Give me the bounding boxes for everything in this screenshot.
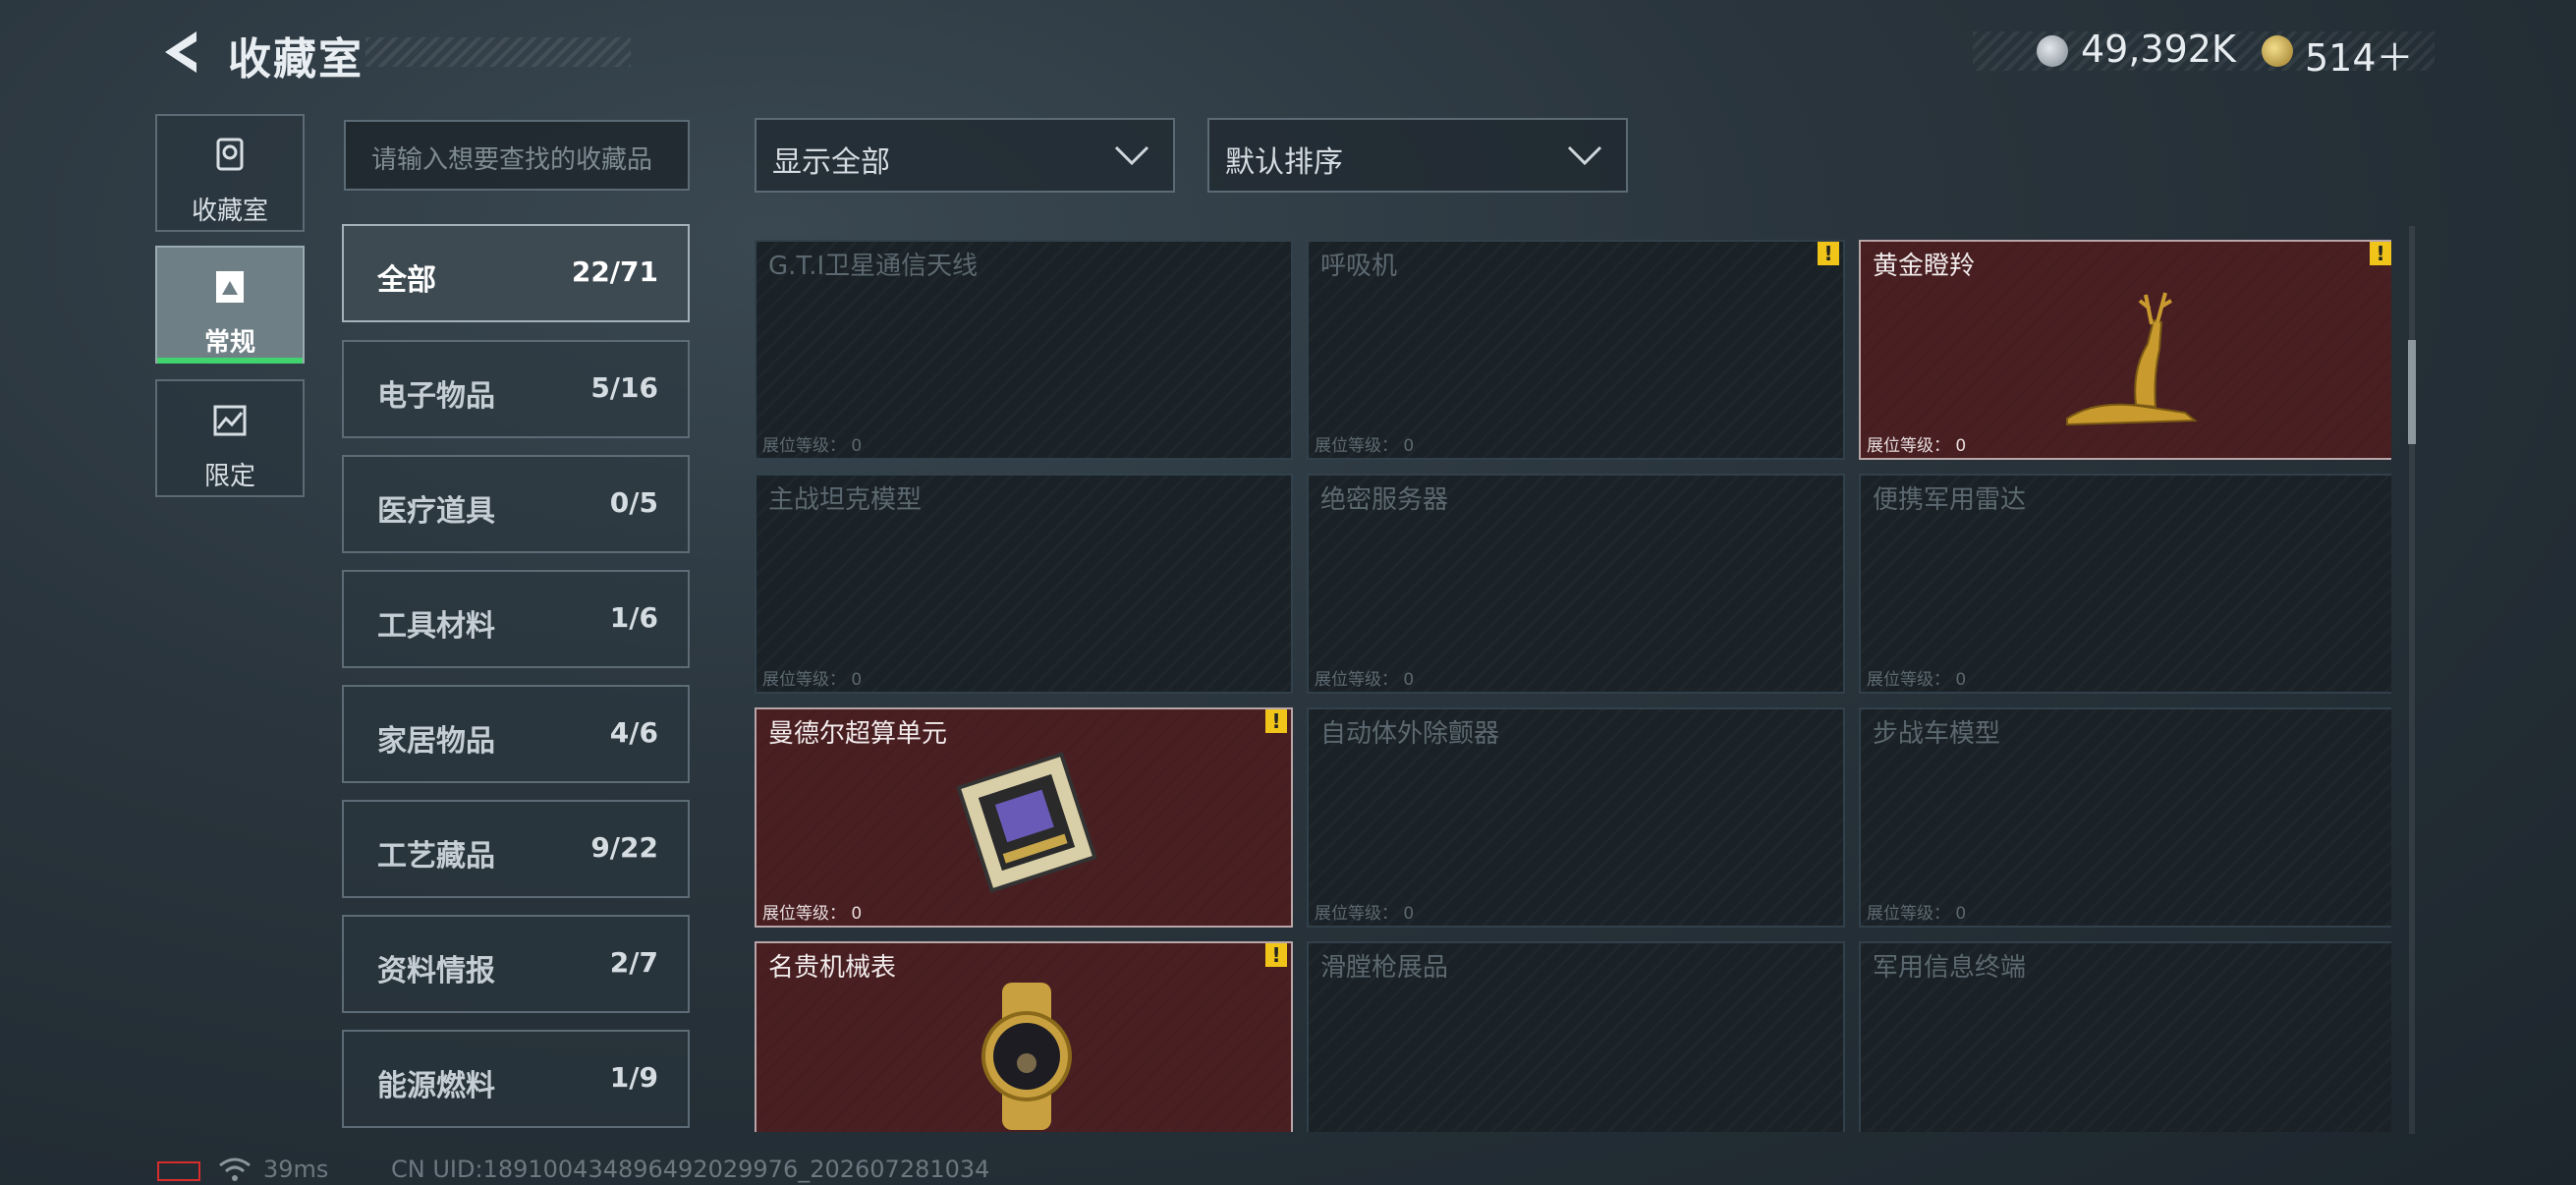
category-name: 全部	[377, 263, 436, 298]
wifi-icon	[219, 1157, 251, 1181]
item-level: 展位等级： 0	[1867, 436, 1967, 456]
category-name: 电子物品	[377, 379, 495, 414]
collection-item-card[interactable]: 便携军用雷达展位等级： 0	[1859, 474, 2391, 694]
collection-item-card[interactable]: 滑膛枪展品	[1307, 941, 1845, 1132]
item-name: 绝密服务器	[1320, 485, 1449, 515]
silver-coin-icon	[2037, 35, 2068, 67]
side-tab-label: 收藏室	[191, 197, 268, 226]
category-count: 22/71	[571, 255, 658, 288]
collection-item-card[interactable]: 绝密服务器展位等级： 0	[1307, 474, 1845, 694]
item-name: 曼德尔超算单元	[768, 719, 948, 749]
category-crafts[interactable]: 工艺藏品 9/22	[342, 800, 690, 898]
category-name: 工具材料	[377, 609, 495, 644]
gold-coin-icon	[2262, 35, 2293, 67]
item-name: 自动体外除颤器	[1320, 719, 1500, 749]
collection-item-card[interactable]: 曼德尔超算单元展位等级： 0!	[755, 707, 1293, 928]
item-gazelle-image	[2038, 281, 2224, 428]
alert-badge-icon: !	[1265, 943, 1287, 967]
item-name: G.T.I卫星通信天线	[768, 252, 979, 281]
battery-low-icon	[157, 1161, 200, 1181]
category-name: 能源燃料	[377, 1069, 495, 1103]
display-filter-dropdown[interactable]: 显示全部	[755, 118, 1175, 193]
category-medical[interactable]: 医疗道具 0/5	[342, 455, 690, 553]
item-watch-image	[933, 983, 1120, 1130]
title-decoration	[365, 37, 631, 67]
item-name: 呼吸机	[1320, 252, 1398, 281]
alert-badge-icon: !	[1818, 242, 1839, 265]
item-level: 展位等级： 0	[1315, 670, 1415, 690]
item-level: 展位等级： 0	[762, 904, 863, 924]
side-tab-regular[interactable]: 常规	[155, 246, 305, 364]
item-name: 主战坦克模型	[768, 485, 923, 515]
item-level: 展位等级： 0	[762, 436, 863, 456]
collection-item-card[interactable]: 主战坦克模型展位等级： 0	[755, 474, 1293, 694]
page-title: 收藏室	[228, 34, 364, 85]
item-name: 滑膛枪展品	[1320, 953, 1449, 983]
category-name: 家居物品	[377, 724, 495, 759]
item-name: 军用信息终端	[1873, 953, 2027, 983]
active-tab-indicator	[157, 358, 303, 364]
collection-item-card[interactable]: 自动体外除颤器展位等级： 0	[1307, 707, 1845, 928]
category-name: 资料情报	[377, 954, 495, 988]
collection-item-card[interactable]: G.T.I卫星通信天线展位等级： 0	[755, 240, 1293, 460]
dropdown-value: 显示全部	[772, 145, 890, 180]
category-count: 2/7	[609, 946, 658, 979]
user-uid: CN UID:18910043489649202997​6_2026072810…	[391, 1156, 990, 1183]
alert-badge-icon: !	[1265, 709, 1287, 733]
item-level: 展位等级： 0	[1315, 904, 1415, 924]
category-tools[interactable]: 工具材料 1/6	[342, 570, 690, 668]
category-energy[interactable]: 能源燃料 1/9	[342, 1030, 690, 1128]
item-level: 展位等级： 0	[762, 670, 863, 690]
alert-badge-icon: !	[2370, 242, 2391, 265]
item-name: 步战车模型	[1873, 719, 2001, 749]
item-level: 展位等级： 0	[1315, 436, 1415, 456]
item-level: 展位等级： 0	[1867, 904, 1967, 924]
back-arrow-icon[interactable]	[157, 28, 206, 77]
trophy-icon	[216, 138, 244, 171]
search-input[interactable]: 请输入想要查找的收藏品	[344, 120, 690, 191]
collection-item-card[interactable]: 步战车模型展位等级： 0	[1859, 707, 2391, 928]
category-intel[interactable]: 资料情报 2/7	[342, 915, 690, 1013]
item-name: 黄金瞪羚	[1873, 252, 1976, 281]
category-count: 9/22	[590, 831, 658, 864]
silver-currency-amount: 49,392K	[2081, 28, 2236, 71]
category-electronics[interactable]: 电子物品 5/16	[342, 340, 690, 438]
side-tab-limited[interactable]: 限定	[155, 379, 305, 497]
category-count: 0/5	[609, 486, 658, 519]
collection-grid: G.T.I卫星通信天线 展位等级： 0 呼吸机 展位等级： 0! 黄金瞪羚 展位等级： 0…	[755, 240, 2391, 1132]
item-chip-image	[933, 749, 1120, 896]
category-household[interactable]: 家居物品 4/6	[342, 685, 690, 783]
sort-dropdown[interactable]: 默认排序	[1207, 118, 1628, 193]
collection-item-card[interactable]: 军用信息终端	[1859, 941, 2391, 1132]
side-tab-collection-room[interactable]: 收藏室	[155, 114, 305, 232]
item-name: 便携军用雷达	[1873, 485, 2027, 515]
scrollbar-thumb[interactable]	[2408, 340, 2416, 444]
item-name: 名贵机械表	[768, 953, 897, 983]
side-tab-label: 常规	[203, 328, 255, 358]
category-name: 工艺藏品	[377, 839, 495, 874]
category-count: 1/6	[609, 601, 658, 634]
collection-item-card[interactable]: 黄金瞪羚展位等级： 0!	[1859, 240, 2391, 460]
gold-currency-amount[interactable]: 514＋	[2305, 28, 2414, 82]
chevron-down-icon	[1114, 145, 1149, 166]
image-icon	[213, 405, 247, 436]
category-name: 医疗道具	[377, 494, 495, 529]
category-all[interactable]: 全部 22/71	[342, 224, 690, 322]
category-count: 4/6	[609, 716, 658, 749]
ping-value: 39ms	[263, 1156, 329, 1183]
item-level: 展位等级： 0	[1867, 670, 1967, 690]
document-icon	[216, 271, 244, 303]
dropdown-value: 默认排序	[1225, 145, 1343, 180]
collection-item-card[interactable]: 呼吸机展位等级： 0!	[1307, 240, 1845, 460]
category-count: 5/16	[590, 371, 658, 404]
category-count: 1/9	[609, 1061, 658, 1094]
side-tab-label: 限定	[203, 462, 255, 491]
collection-item-card[interactable]: 名贵机械表!	[755, 941, 1293, 1132]
chevron-down-icon	[1567, 145, 1602, 166]
